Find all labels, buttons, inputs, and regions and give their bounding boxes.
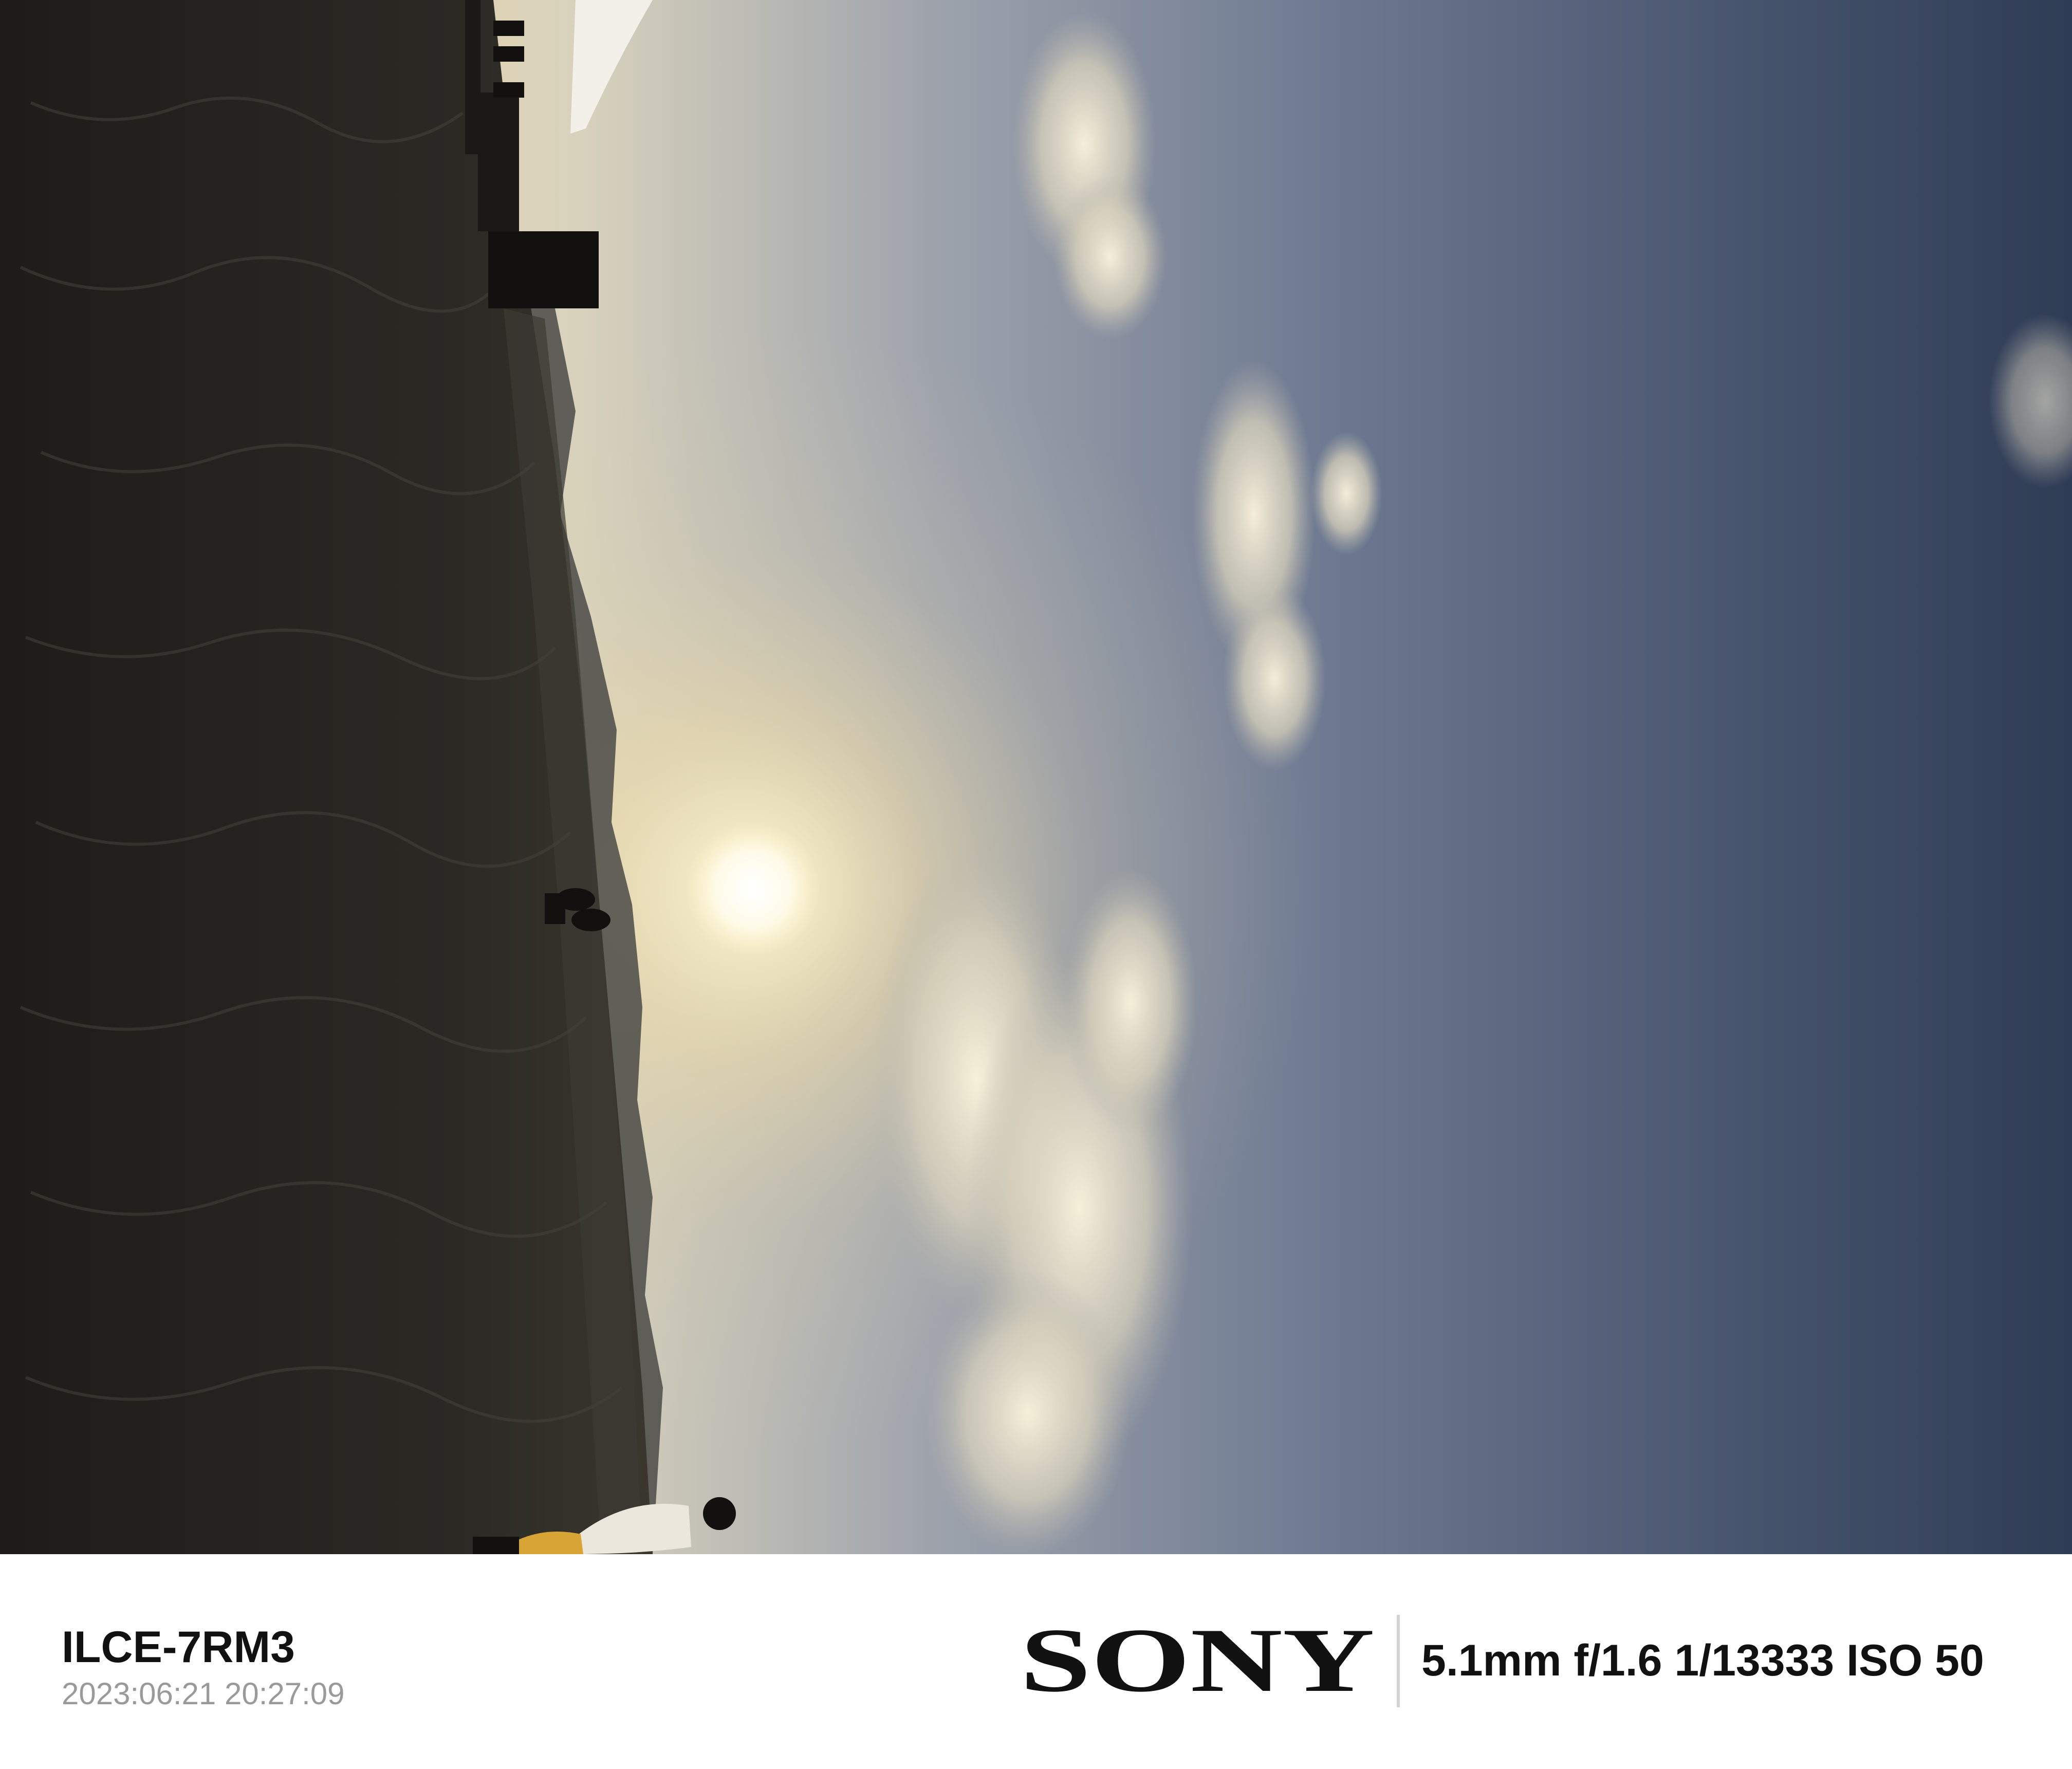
divider — [1397, 1615, 1400, 1707]
photo-scene — [0, 0, 2072, 1554]
brand-logo-text: SONY — [1020, 1620, 1375, 1696]
photo-frame: ILCE-7RM3 2023:06:21 20:27:09 SONY 5.1mm… — [0, 0, 2072, 1769]
photograph — [0, 0, 2072, 1554]
sony-logo: SONY — [1020, 1620, 1375, 1696]
sun — [686, 822, 820, 956]
capture-datetime: 2023:06:21 20:27:09 — [62, 1676, 345, 1711]
people-tent — [493, 21, 524, 98]
camera-model: ILCE-7RM3 — [62, 1623, 295, 1672]
exif-settings: 5.1mm f/1.6 1/13333 ISO 50 — [1421, 1636, 1984, 1685]
exif-footer: ILCE-7RM3 2023:06:21 20:27:09 SONY 5.1mm… — [0, 1554, 2072, 1769]
